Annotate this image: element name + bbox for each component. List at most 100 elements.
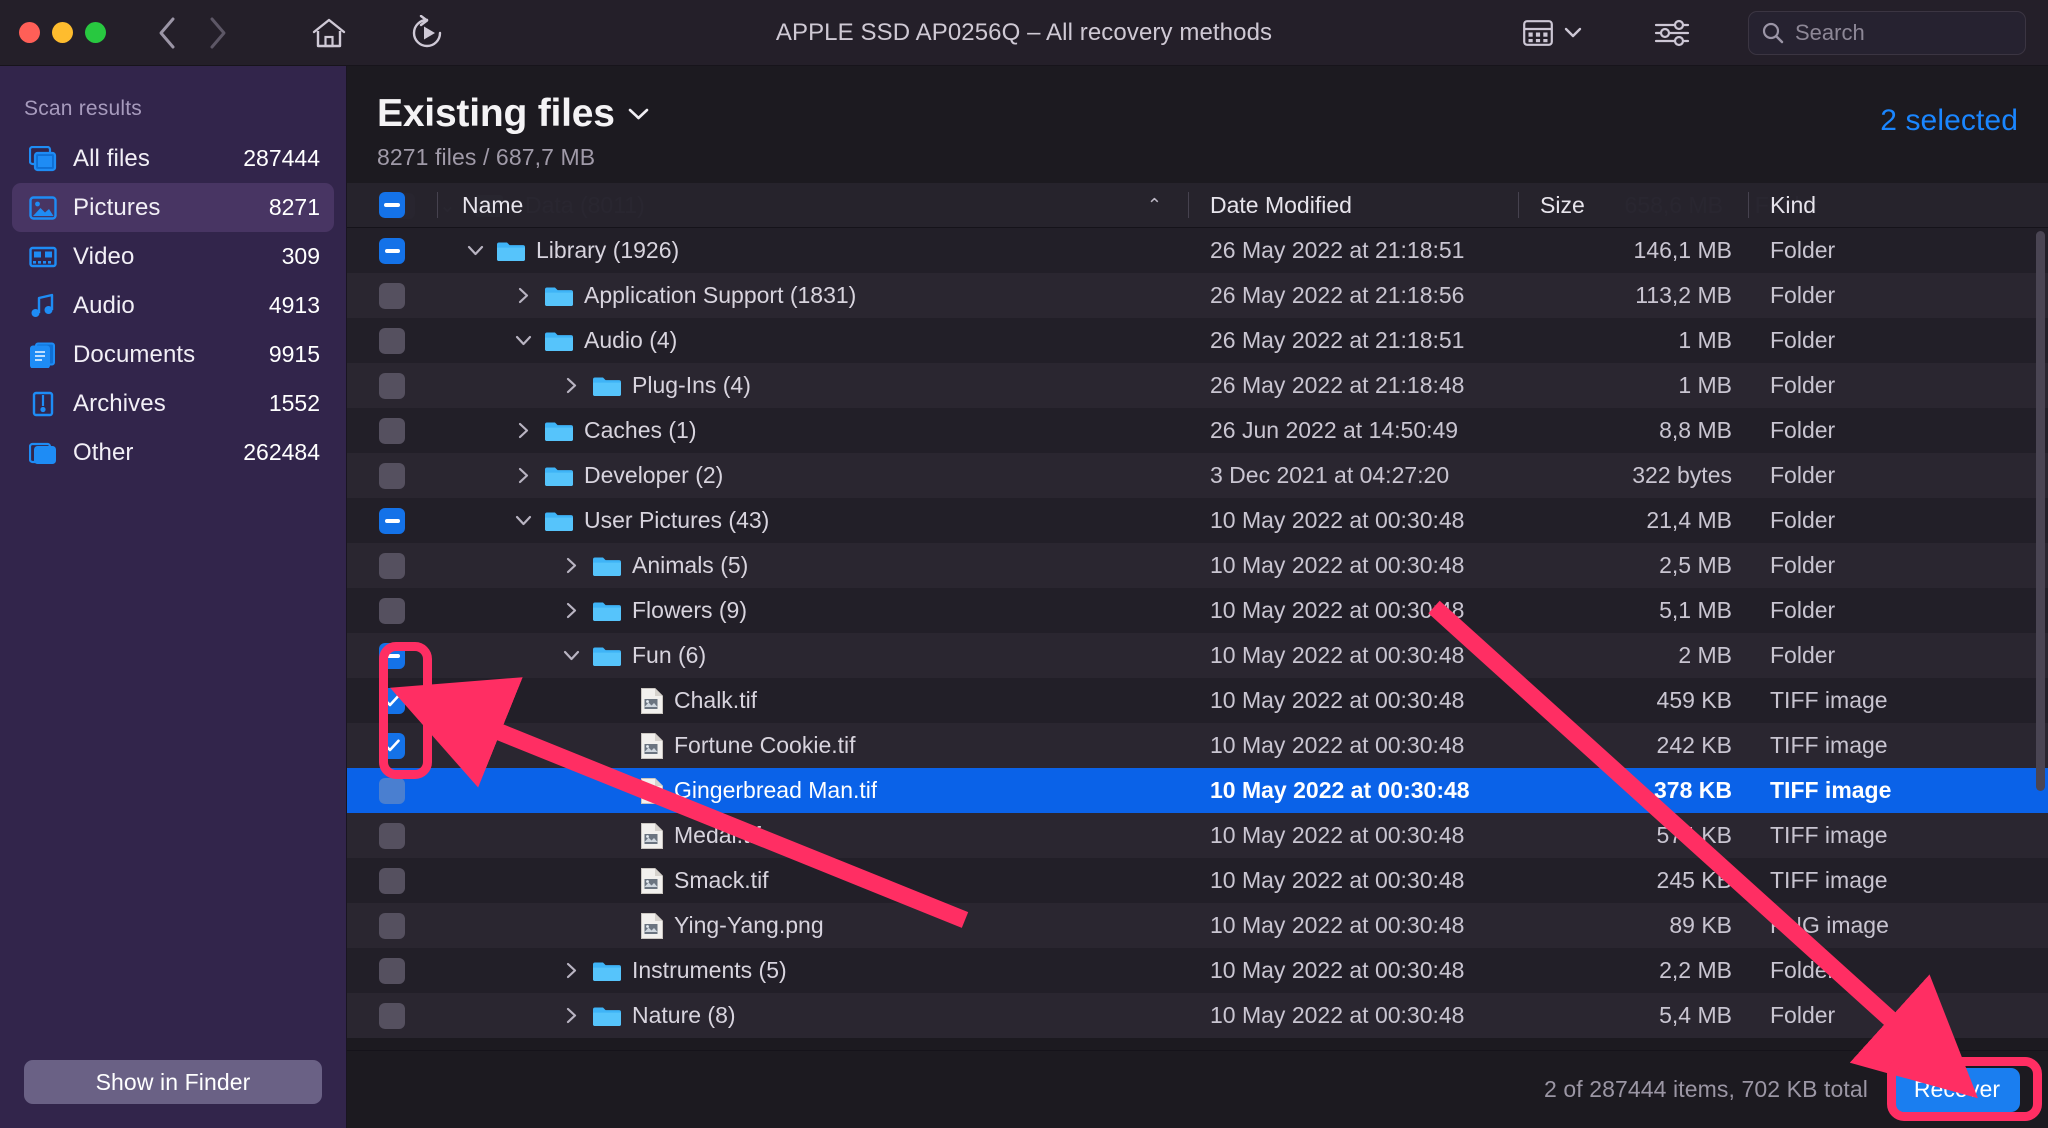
row-checkbox[interactable]: [379, 1002, 405, 1029]
back-button[interactable]: [144, 10, 190, 56]
row-checkbox[interactable]: [379, 777, 405, 804]
table-row[interactable]: Plug-Ins (4) 26 May 2022 at 21:18:48 1 MB F…: [347, 363, 2048, 408]
home-button[interactable]: [304, 9, 354, 57]
row-checkbox[interactable]: [379, 912, 405, 939]
row-checkbox-cell[interactable]: [347, 732, 437, 759]
row-checkbox-cell[interactable]: [347, 912, 437, 939]
vertical-scrollbar[interactable]: [2036, 231, 2045, 791]
row-checkbox[interactable]: [379, 687, 405, 714]
sort-chevron-up-icon: ⌃: [1146, 194, 1162, 215]
rescan-button[interactable]: [402, 9, 452, 57]
row-checkbox[interactable]: [379, 417, 405, 444]
disclosure-chevron-right-icon[interactable]: [558, 962, 584, 979]
row-checkbox-cell[interactable]: [347, 552, 437, 579]
table-row[interactable]: Smack.tif 10 May 2022 at 00:30:48 245 KB TI…: [347, 858, 2048, 903]
row-checkbox-cell[interactable]: [347, 822, 437, 849]
disclosure-chevron-down-icon[interactable]: [462, 245, 488, 256]
disclosure-chevron-down-icon[interactable]: [510, 335, 536, 346]
filter-settings-button[interactable]: [1644, 13, 1700, 53]
row-checkbox[interactable]: [379, 462, 405, 489]
disclosure-chevron-right-icon[interactable]: [558, 1007, 584, 1024]
row-checkbox-cell[interactable]: [347, 777, 437, 804]
row-checkbox-cell[interactable]: [347, 417, 437, 444]
row-checkbox[interactable]: [379, 327, 405, 354]
row-name: Flowers (9): [632, 597, 748, 623]
table-row[interactable]: Library (1926) 26 May 2022 at 21:18:51 146…: [347, 228, 2048, 273]
table-row[interactable]: Ying-Yang.png 10 May 2022 at 00:30:48 89 K…: [347, 903, 2048, 948]
select-all-checkbox-cell[interactable]: [347, 183, 437, 227]
table-row[interactable]: User Pictures (43) 10 May 2022 at 00:30:4…: [347, 498, 2048, 543]
row-checkbox-cell[interactable]: [347, 372, 437, 399]
row-checkbox[interactable]: [379, 957, 405, 984]
row-checkbox[interactable]: [379, 282, 405, 309]
row-checkbox-cell[interactable]: [347, 1002, 437, 1029]
row-checkbox-cell[interactable]: [347, 597, 437, 624]
row-checkbox[interactable]: [379, 822, 405, 849]
row-checkbox-cell[interactable]: [347, 642, 437, 669]
minus-icon: [384, 518, 400, 523]
row-checkbox[interactable]: [379, 732, 405, 759]
disclosure-chevron-right-icon[interactable]: [510, 422, 536, 439]
row-checkbox[interactable]: [379, 507, 405, 534]
table-row[interactable]: Fun (6) 10 May 2022 at 00:30:48 2 MB Folder: [347, 633, 2048, 678]
table-row[interactable]: Audio (4) 26 May 2022 at 21:18:51 1 MB Fold…: [347, 318, 2048, 363]
row-checkbox-cell[interactable]: [347, 237, 437, 264]
disclosure-chevron-right-icon[interactable]: [558, 557, 584, 574]
view-mode-button[interactable]: [1513, 14, 1592, 52]
table-row[interactable]: Nature (8) 10 May 2022 at 00:30:48 5,4 MB F…: [347, 993, 2048, 1038]
disclosure-chevron-down-icon[interactable]: [558, 650, 584, 661]
table-row[interactable]: Application Support (1831) 26 May 2022 at…: [347, 273, 2048, 318]
column-header-date[interactable]: Date Modified: [1188, 183, 1518, 227]
disclosure-chevron-right-icon[interactable]: [558, 377, 584, 394]
sidebar-item-all-files[interactable]: All files 287444: [12, 134, 334, 183]
table-row[interactable]: Instruments (5) 10 May 2022 at 00:30:48 2,…: [347, 948, 2048, 993]
row-checkbox-cell[interactable]: [347, 687, 437, 714]
forward-button[interactable]: [194, 10, 240, 56]
table-row[interactable]: Animals (5) 10 May 2022 at 00:30:48 2,5 MB…: [347, 543, 2048, 588]
column-header-name[interactable]: Name ⌃: [437, 183, 1188, 227]
row-checkbox[interactable]: [379, 642, 405, 669]
table-row[interactable]: Chalk.tif 10 May 2022 at 00:30:48 459 KB TI…: [347, 678, 2048, 723]
table-row[interactable]: Gingerbread Man.tif 10 May 2022 at 00:30:…: [347, 768, 2048, 813]
column-header-size[interactable]: Size: [1518, 183, 1748, 227]
show-in-finder-button[interactable]: Show in Finder: [24, 1060, 322, 1104]
row-checkbox[interactable]: [379, 552, 405, 579]
row-checkbox-cell[interactable]: [347, 282, 437, 309]
sidebar-item-archives[interactable]: Archives 1552: [12, 379, 334, 428]
row-checkbox[interactable]: [379, 597, 405, 624]
sidebar-item-other[interactable]: Other 262484: [12, 428, 334, 477]
row-checkbox[interactable]: [379, 237, 405, 264]
select-all-checkbox[interactable]: [379, 192, 405, 218]
row-checkbox[interactable]: [379, 372, 405, 399]
existing-files-dropdown[interactable]: Existing files: [377, 92, 1880, 136]
row-checkbox-cell[interactable]: [347, 327, 437, 354]
disclosure-chevron-down-icon[interactable]: [510, 515, 536, 526]
row-checkbox-cell[interactable]: [347, 867, 437, 894]
row-checkbox-cell[interactable]: [347, 507, 437, 534]
row-name-cell: Developer (2): [437, 462, 1188, 489]
table-row[interactable]: Medal.tif 10 May 2022 at 00:30:48 574 KB TI…: [347, 813, 2048, 858]
sidebar-item-video[interactable]: Video 309: [12, 232, 334, 281]
image-file-icon: [640, 687, 664, 715]
row-checkbox[interactable]: [379, 867, 405, 894]
column-header-kind[interactable]: Kind: [1748, 183, 2048, 227]
disclosure-chevron-right-icon[interactable]: [510, 287, 536, 304]
disclosure-chevron-right-icon[interactable]: [510, 467, 536, 484]
sidebar-item-audio[interactable]: Audio 4913: [12, 281, 334, 330]
sidebar-item-documents[interactable]: Documents 9915: [12, 330, 334, 379]
sidebar-item-pictures[interactable]: Pictures 8271: [12, 183, 334, 232]
recover-button[interactable]: Recover: [1894, 1067, 2020, 1112]
minimize-button[interactable]: [52, 22, 73, 43]
table-row[interactable]: Developer (2) 3 Dec 2021 at 04:27:20 322 b…: [347, 453, 2048, 498]
row-checkbox-cell[interactable]: [347, 957, 437, 984]
disclosure-chevron-right-icon[interactable]: [558, 602, 584, 619]
table-row[interactable]: Fortune Cookie.tif 10 May 2022 at 00:30:4…: [347, 723, 2048, 768]
selected-count-label: 2 selected: [1880, 104, 2018, 137]
close-button[interactable]: [19, 22, 40, 43]
row-name: Application Support (1831): [584, 282, 857, 308]
row-checkbox-cell[interactable]: [347, 462, 437, 489]
table-row[interactable]: Flowers (9) 10 May 2022 at 00:30:48 5,1 MB…: [347, 588, 2048, 633]
table-row[interactable]: Caches (1) 26 Jun 2022 at 14:50:49 8,8 MB F…: [347, 408, 2048, 453]
search-input[interactable]: Search: [1748, 10, 2026, 55]
maximize-button[interactable]: [85, 22, 106, 43]
